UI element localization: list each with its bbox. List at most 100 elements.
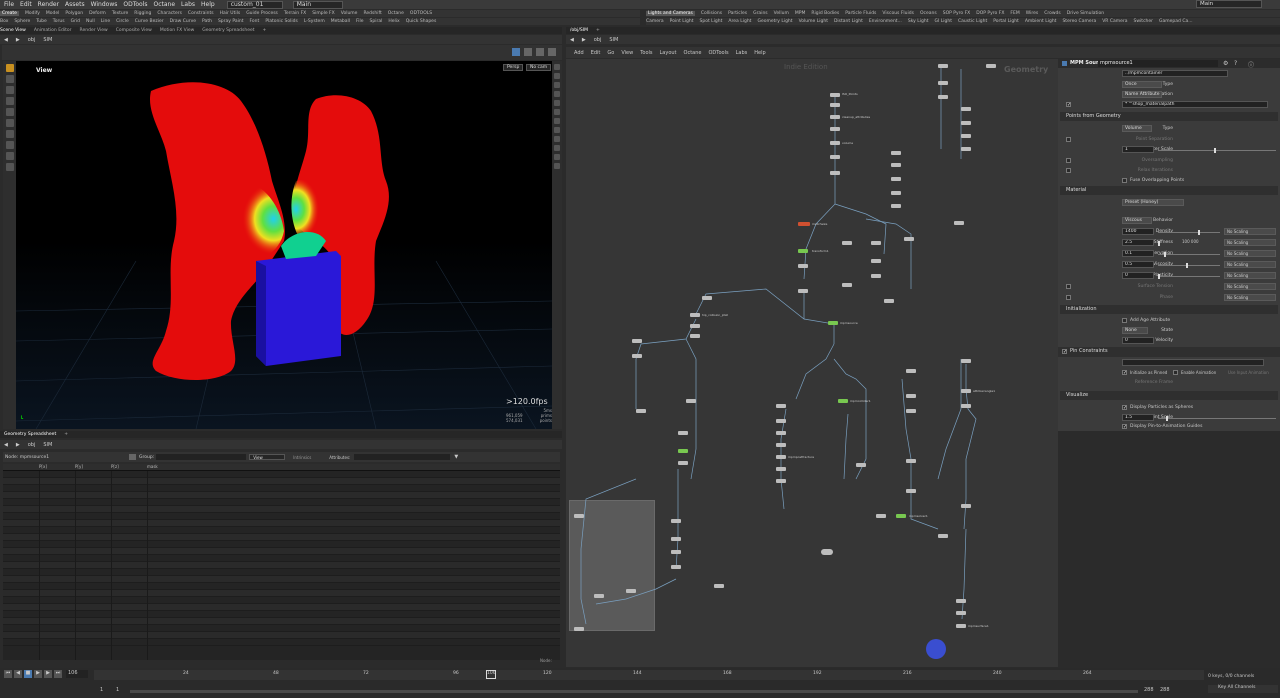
shelf-tab[interactable]: Redshift [363, 11, 381, 16]
display-option-icon[interactable] [554, 118, 560, 124]
checkbox[interactable] [1173, 370, 1178, 375]
pose-tool-icon[interactable] [5, 119, 14, 127]
main-select[interactable]: Main [292, 0, 343, 9]
network-node[interactable] [961, 389, 971, 393]
display-option-icon[interactable] [554, 154, 560, 160]
tab-scene-view[interactable]: Scene View [0, 28, 26, 33]
network-node[interactable] [961, 121, 971, 125]
jump-start-icon[interactable]: ⏮ [4, 670, 12, 678]
section-header[interactable]: Points from Geometry [1060, 112, 1278, 121]
menu-octane[interactable]: Octane [154, 1, 176, 8]
network-node[interactable] [986, 64, 996, 68]
network-node[interactable] [961, 504, 971, 508]
shelf-tab[interactable]: Vellum [774, 11, 789, 16]
network-node[interactable] [626, 589, 636, 593]
network-node[interactable] [884, 299, 894, 303]
shelf-tab[interactable]: Crowds [1044, 11, 1061, 16]
current-frame-field[interactable]: 106 [66, 670, 88, 678]
network-node[interactable] [632, 354, 642, 358]
network-node[interactable] [776, 419, 786, 423]
shelf-tab[interactable]: MPM [795, 11, 805, 16]
shelf-tool[interactable]: Torus [53, 19, 65, 24]
shelf-tool[interactable]: Null [86, 19, 95, 24]
shelf-tool[interactable]: Path [202, 19, 212, 24]
param-field[interactable]: 2.5 [1122, 239, 1154, 246]
shelf-tool[interactable]: Line [101, 19, 110, 24]
checkbox[interactable] [1122, 318, 1127, 323]
shelf-tab[interactable]: Rigging [134, 11, 151, 16]
scaling-dropdown[interactable]: No Scaling [1224, 283, 1276, 290]
param-field[interactable]: 0 [1122, 272, 1154, 279]
slider-handle[interactable] [1186, 263, 1188, 268]
display-option-icon[interactable] [554, 100, 560, 106]
network-node[interactable] [938, 95, 948, 99]
scale-tool-icon[interactable] [5, 97, 14, 105]
network-node[interactable] [891, 163, 901, 167]
network-node[interactable] [906, 459, 916, 463]
network-node[interactable] [776, 443, 786, 447]
network-node[interactable] [871, 274, 881, 278]
param-dropdown[interactable]: Name Attribute [1122, 91, 1162, 98]
help-icon[interactable]: ? [1234, 60, 1237, 67]
toolbar-icon[interactable] [512, 48, 520, 56]
menu-render[interactable]: Render [38, 1, 59, 8]
back-arrow-icon[interactable]: ◀ [570, 37, 574, 43]
param-dropdown[interactable]: Viscous [1122, 217, 1152, 224]
playhead-marker[interactable]: 106 [486, 670, 496, 679]
scaling-dropdown[interactable]: No Scaling [1224, 272, 1276, 279]
shelf-tab[interactable]: Octane [388, 11, 404, 16]
network-node[interactable] [830, 155, 840, 159]
network-node[interactable] [702, 296, 712, 300]
menu-edit[interactable]: Edit [20, 1, 32, 8]
shelf-tool[interactable]: Stereo Camera [1062, 19, 1096, 24]
shelf-tool[interactable]: GI Light [935, 19, 952, 24]
shelf-tool[interactable]: Circle [116, 19, 129, 24]
slider-track[interactable] [1158, 418, 1276, 419]
path-obj[interactable]: obj [28, 37, 36, 43]
net-menu-octane[interactable]: Octane [684, 50, 702, 56]
shelf-tab[interactable]: Volume [341, 11, 358, 16]
network-node[interactable] [671, 565, 681, 569]
network-node[interactable] [938, 64, 948, 68]
network-node[interactable] [678, 461, 688, 465]
param-field[interactable]: 0.1 [1122, 250, 1154, 257]
network-node[interactable] [906, 409, 916, 413]
sheet-attr-field[interactable] [354, 454, 451, 460]
step-forward-icon[interactable]: ▶ [44, 670, 52, 678]
shelf-tool[interactable]: Area Light [728, 19, 751, 24]
shelf-tab[interactable]: Lights and Cameras [646, 11, 695, 16]
view-tool-icon[interactable] [5, 130, 14, 138]
net-menu-labs[interactable]: Labs [736, 50, 748, 56]
network-node[interactable] [798, 264, 808, 268]
network-node[interactable] [954, 221, 964, 225]
shelf-tool[interactable]: Quick Shapes [406, 19, 437, 24]
shelf-tab[interactable]: Viscous Fluids [882, 11, 914, 16]
shelf-tool[interactable]: Caustic Light [958, 19, 987, 24]
network-node-active[interactable] [896, 514, 906, 518]
network-node[interactable] [961, 107, 971, 111]
network-node[interactable] [671, 537, 681, 541]
network-node[interactable] [830, 103, 840, 107]
slider-track[interactable] [1158, 150, 1276, 151]
range-end-field[interactable]: 288 [1144, 687, 1154, 693]
scaling-dropdown[interactable]: No Scaling [1224, 228, 1276, 235]
display-option-icon[interactable] [554, 73, 560, 79]
shelf-tool[interactable]: Ambient Light [1025, 19, 1057, 24]
param-field[interactable] [1122, 359, 1264, 366]
network-node[interactable] [830, 171, 840, 175]
shelf-tool[interactable]: Tube [36, 19, 47, 24]
octane-logo-icon[interactable] [926, 639, 946, 659]
scene-viewport[interactable]: View Persp No cam >120.0fps 5ms 961,059 p… [16, 61, 552, 429]
checkbox[interactable]: ✓ [1122, 424, 1127, 430]
shelf-tool[interactable]: File [356, 19, 364, 24]
network-node[interactable] [690, 324, 700, 328]
shelf-tool[interactable]: Point Light [670, 19, 694, 24]
network-editor[interactable]: Indie Edition Geometry ISO_Points cleanu… [566, 59, 1058, 667]
range-start-field[interactable]: 1 [100, 687, 103, 693]
tab-render-view[interactable]: Render View [80, 28, 108, 33]
shelf-tool[interactable]: Curve Bezier [135, 19, 164, 24]
shelf-tab[interactable]: Modify [25, 11, 40, 16]
network-node[interactable] [686, 399, 696, 403]
network-node-active[interactable] [838, 399, 848, 403]
shelf-tab[interactable]: Rigid Bodies [811, 11, 839, 16]
